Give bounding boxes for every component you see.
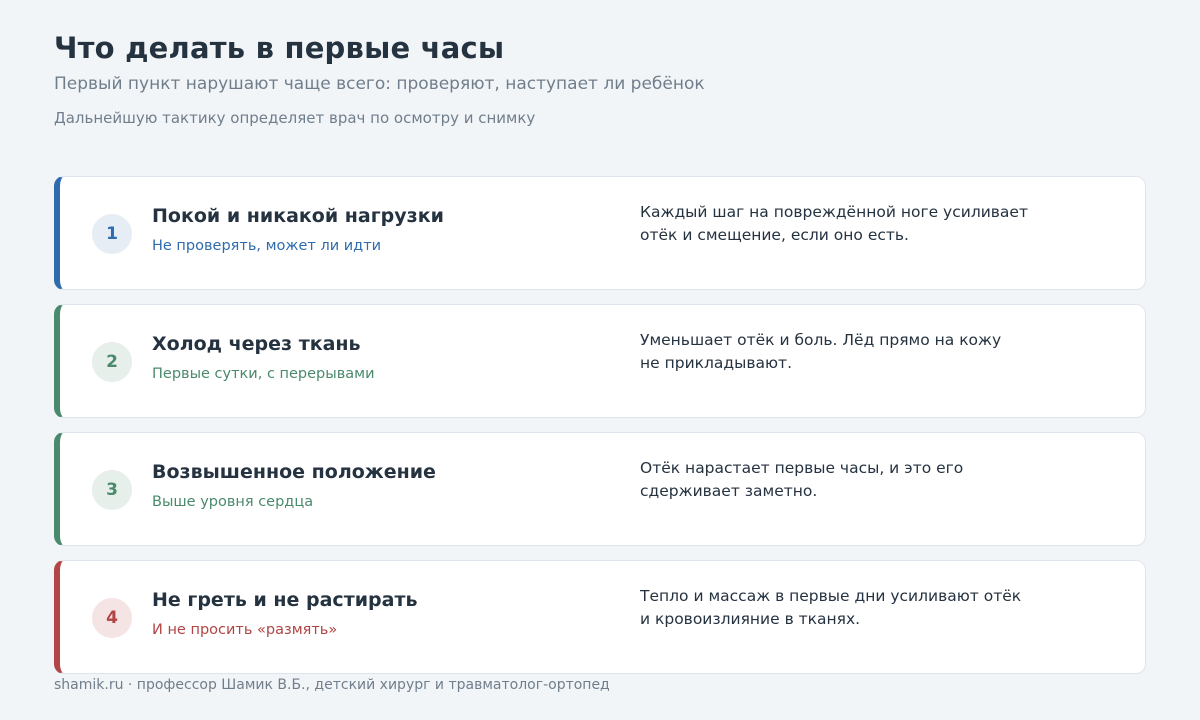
step-description-line: Уменьшает отёк и боль. Лёд прямо на кожу	[640, 331, 1002, 349]
step-subtitle: Не проверять, может ли идти	[152, 238, 382, 254]
step-description: Уменьшает отёк и боль. Лёд прямо на кожу…	[640, 329, 1060, 375]
step-description: Отёк нарастает первые часы, и это его сд…	[640, 457, 1060, 503]
step-number-badge: 3	[92, 470, 132, 510]
page-header: Что делать в первые часы Первый пункт на…	[54, 30, 705, 128]
step-card-2: 2 Холод через ткань Первые сутки, с пере…	[54, 304, 1146, 418]
steps-list: 1 Покой и никакой нагрузки Не проверять,…	[54, 176, 1146, 688]
step-description: Тепло и массаж в первые дни усиливают от…	[640, 585, 1060, 631]
step-description-line: Тепло и массаж в первые дни усиливают от…	[640, 587, 1022, 605]
step-description-line: Отёк нарастает первые часы, и это его	[640, 459, 964, 477]
step-title: Не греть и не растирать	[152, 589, 418, 611]
step-number-badge: 4	[92, 598, 132, 638]
step-description-line: и кровоизлияние в тканях.	[640, 610, 861, 628]
step-title: Покой и никакой нагрузки	[152, 205, 444, 227]
step-number-badge: 2	[92, 342, 132, 382]
step-subtitle: Первые сутки, с перерывами	[152, 366, 375, 382]
footer-credit: shamik.ru · профессор Шамик В.Б., детски…	[54, 677, 610, 693]
step-description-line: Каждый шаг на повреждённой ноге усиливае…	[640, 203, 1028, 221]
step-card-4: 4 Не греть и не растирать И не просить «…	[54, 560, 1146, 674]
step-description: Каждый шаг на повреждённой ноге усиливае…	[640, 201, 1060, 247]
page-subtitle: Первый пункт нарушают чаще всего: провер…	[54, 74, 705, 94]
step-title: Холод через ткань	[152, 333, 361, 355]
step-description-line: отёк и смещение, если оно есть.	[640, 226, 909, 244]
step-subtitle: И не просить «размять»	[152, 622, 338, 638]
step-card-1: 1 Покой и никакой нагрузки Не проверять,…	[54, 176, 1146, 290]
step-number-badge: 1	[92, 214, 132, 254]
step-card-3: 3 Возвышенное положение Выше уровня серд…	[54, 432, 1146, 546]
page-note: Дальнейшую тактику определяет врач по ос…	[54, 109, 536, 127]
step-description-line: сдерживает заметно.	[640, 482, 818, 500]
step-subtitle: Выше уровня сердца	[152, 494, 314, 510]
step-title: Возвышенное положение	[152, 461, 436, 483]
step-description-line: не прикладывают.	[640, 354, 793, 372]
page-title: Что делать в первые часы	[54, 31, 505, 65]
